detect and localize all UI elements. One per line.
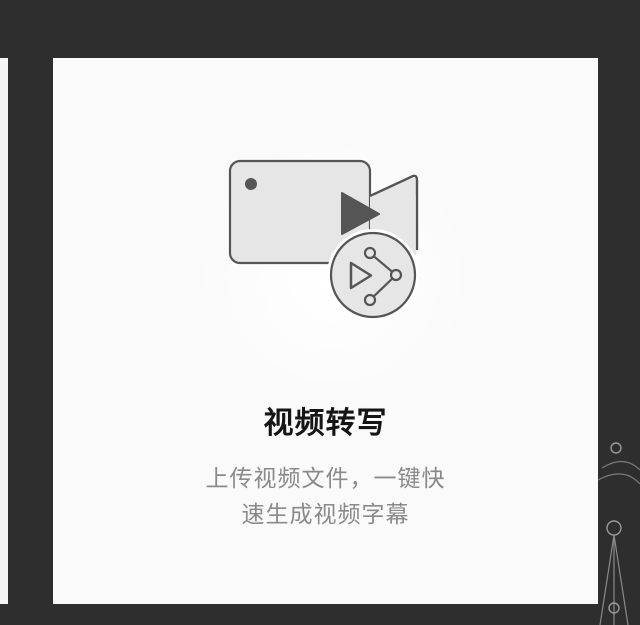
- card-title: 视频转写: [263, 406, 388, 441]
- card-description-line: 速生成视频字幕: [241, 502, 410, 528]
- record-dot: [245, 178, 257, 190]
- decorative-line-art-icon: [597, 442, 640, 625]
- card-description: 上传视频文件，一键快 速生成视频字幕: [183, 461, 468, 533]
- video-transcription-card[interactable]: 视频转写 上传视频文件，一键快 速生成视频字幕: [53, 58, 598, 604]
- share-play-icon: [327, 229, 419, 321]
- viewport: 视频转写 上传视频文件，一键快 速生成视频字幕: [0, 0, 640, 625]
- card-description-line: 上传视频文件，一键快: [205, 466, 446, 492]
- previous-card-edge: [0, 58, 8, 604]
